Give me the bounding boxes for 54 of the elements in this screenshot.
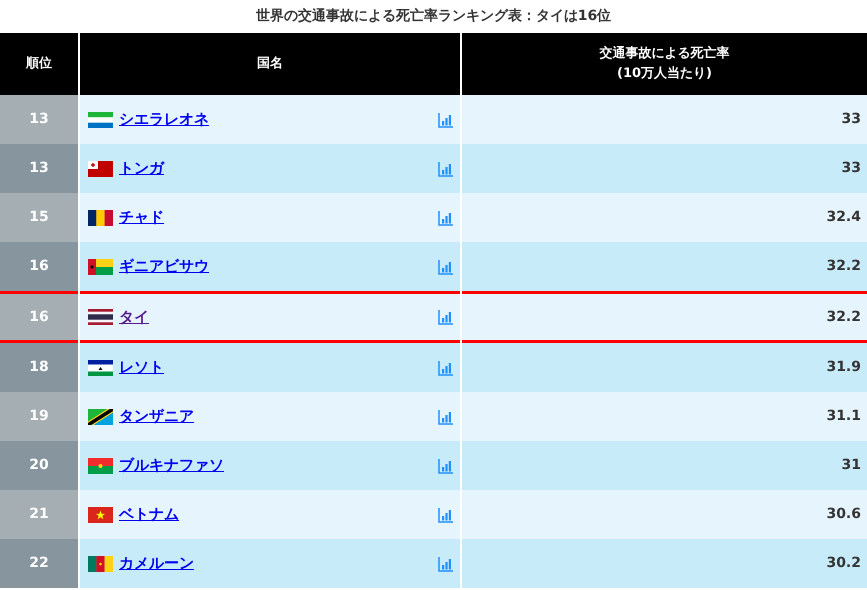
rank-cell: 16 (0, 242, 78, 291)
rank-cell: 13 (0, 95, 78, 144)
flag-icon (88, 506, 113, 522)
flag-icon (88, 309, 113, 325)
country-link[interactable]: シエラレオネ (119, 108, 209, 131)
bar-chart-icon[interactable] (438, 458, 454, 474)
country-link[interactable]: タンザニア (119, 405, 194, 428)
rank-cell: 22 (0, 539, 78, 588)
flag-icon (88, 112, 113, 128)
rank-cell: 15 (0, 193, 78, 242)
flag-icon (88, 556, 113, 572)
country-link[interactable]: ギニアビサウ (119, 255, 209, 278)
flag-icon (88, 258, 113, 274)
country-link[interactable]: タイ (119, 306, 149, 328)
bar-chart-icon[interactable] (438, 309, 454, 325)
country-link[interactable]: ブルキナファソ (119, 454, 224, 477)
rank-header: 順位 (0, 33, 78, 95)
bar-chart-icon[interactable] (438, 210, 454, 226)
bar-chart-icon[interactable] (438, 360, 454, 376)
rank-cell: 13 (0, 144, 78, 193)
rate-cell: 30.6 (462, 490, 867, 539)
bar-chart-icon[interactable] (438, 556, 454, 572)
table-title: 世界の交通事故による死亡率ランキング表：タイは16位 (254, 6, 612, 26)
bar-chart-icon[interactable] (438, 160, 454, 176)
bar-chart-icon[interactable] (438, 506, 454, 522)
rank-cell: 19 (0, 392, 78, 441)
rank-cell: 18 (0, 343, 78, 392)
rate-cell: 31 (462, 441, 867, 490)
rate-cell: 31.9 (462, 343, 867, 392)
rate-cell: 30.2 (462, 539, 867, 588)
rate-cell: 33 (462, 144, 867, 193)
country-link[interactable]: チャド (119, 206, 164, 229)
flag-icon (88, 360, 113, 376)
rate-cell: 31.1 (462, 392, 867, 441)
country-link[interactable]: ベトナム (119, 503, 179, 526)
bar-chart-icon[interactable] (438, 258, 454, 274)
bar-chart-icon[interactable] (438, 408, 454, 424)
flag-icon (88, 160, 113, 176)
rate-cell: 32.2 (462, 291, 867, 343)
country-link[interactable]: カメルーン (119, 552, 194, 575)
country-header: 国名 (80, 33, 460, 95)
rate-cell: 32.2 (462, 242, 867, 291)
flag-icon (88, 408, 113, 424)
rank-cell: 20 (0, 441, 78, 490)
flag-icon (88, 458, 113, 474)
country-link[interactable]: レソト (119, 356, 164, 379)
rate-cell: 32.4 (462, 193, 867, 242)
rank-cell: 21 (0, 490, 78, 539)
flag-icon (88, 210, 113, 226)
bar-chart-icon[interactable] (438, 112, 454, 128)
country-link[interactable]: トンガ (119, 157, 164, 180)
rate-cell: 33 (462, 95, 867, 144)
rank-cell: 16 (0, 291, 78, 343)
rate-header: 交通事故による死亡率 (10万人当たり) (462, 33, 867, 95)
